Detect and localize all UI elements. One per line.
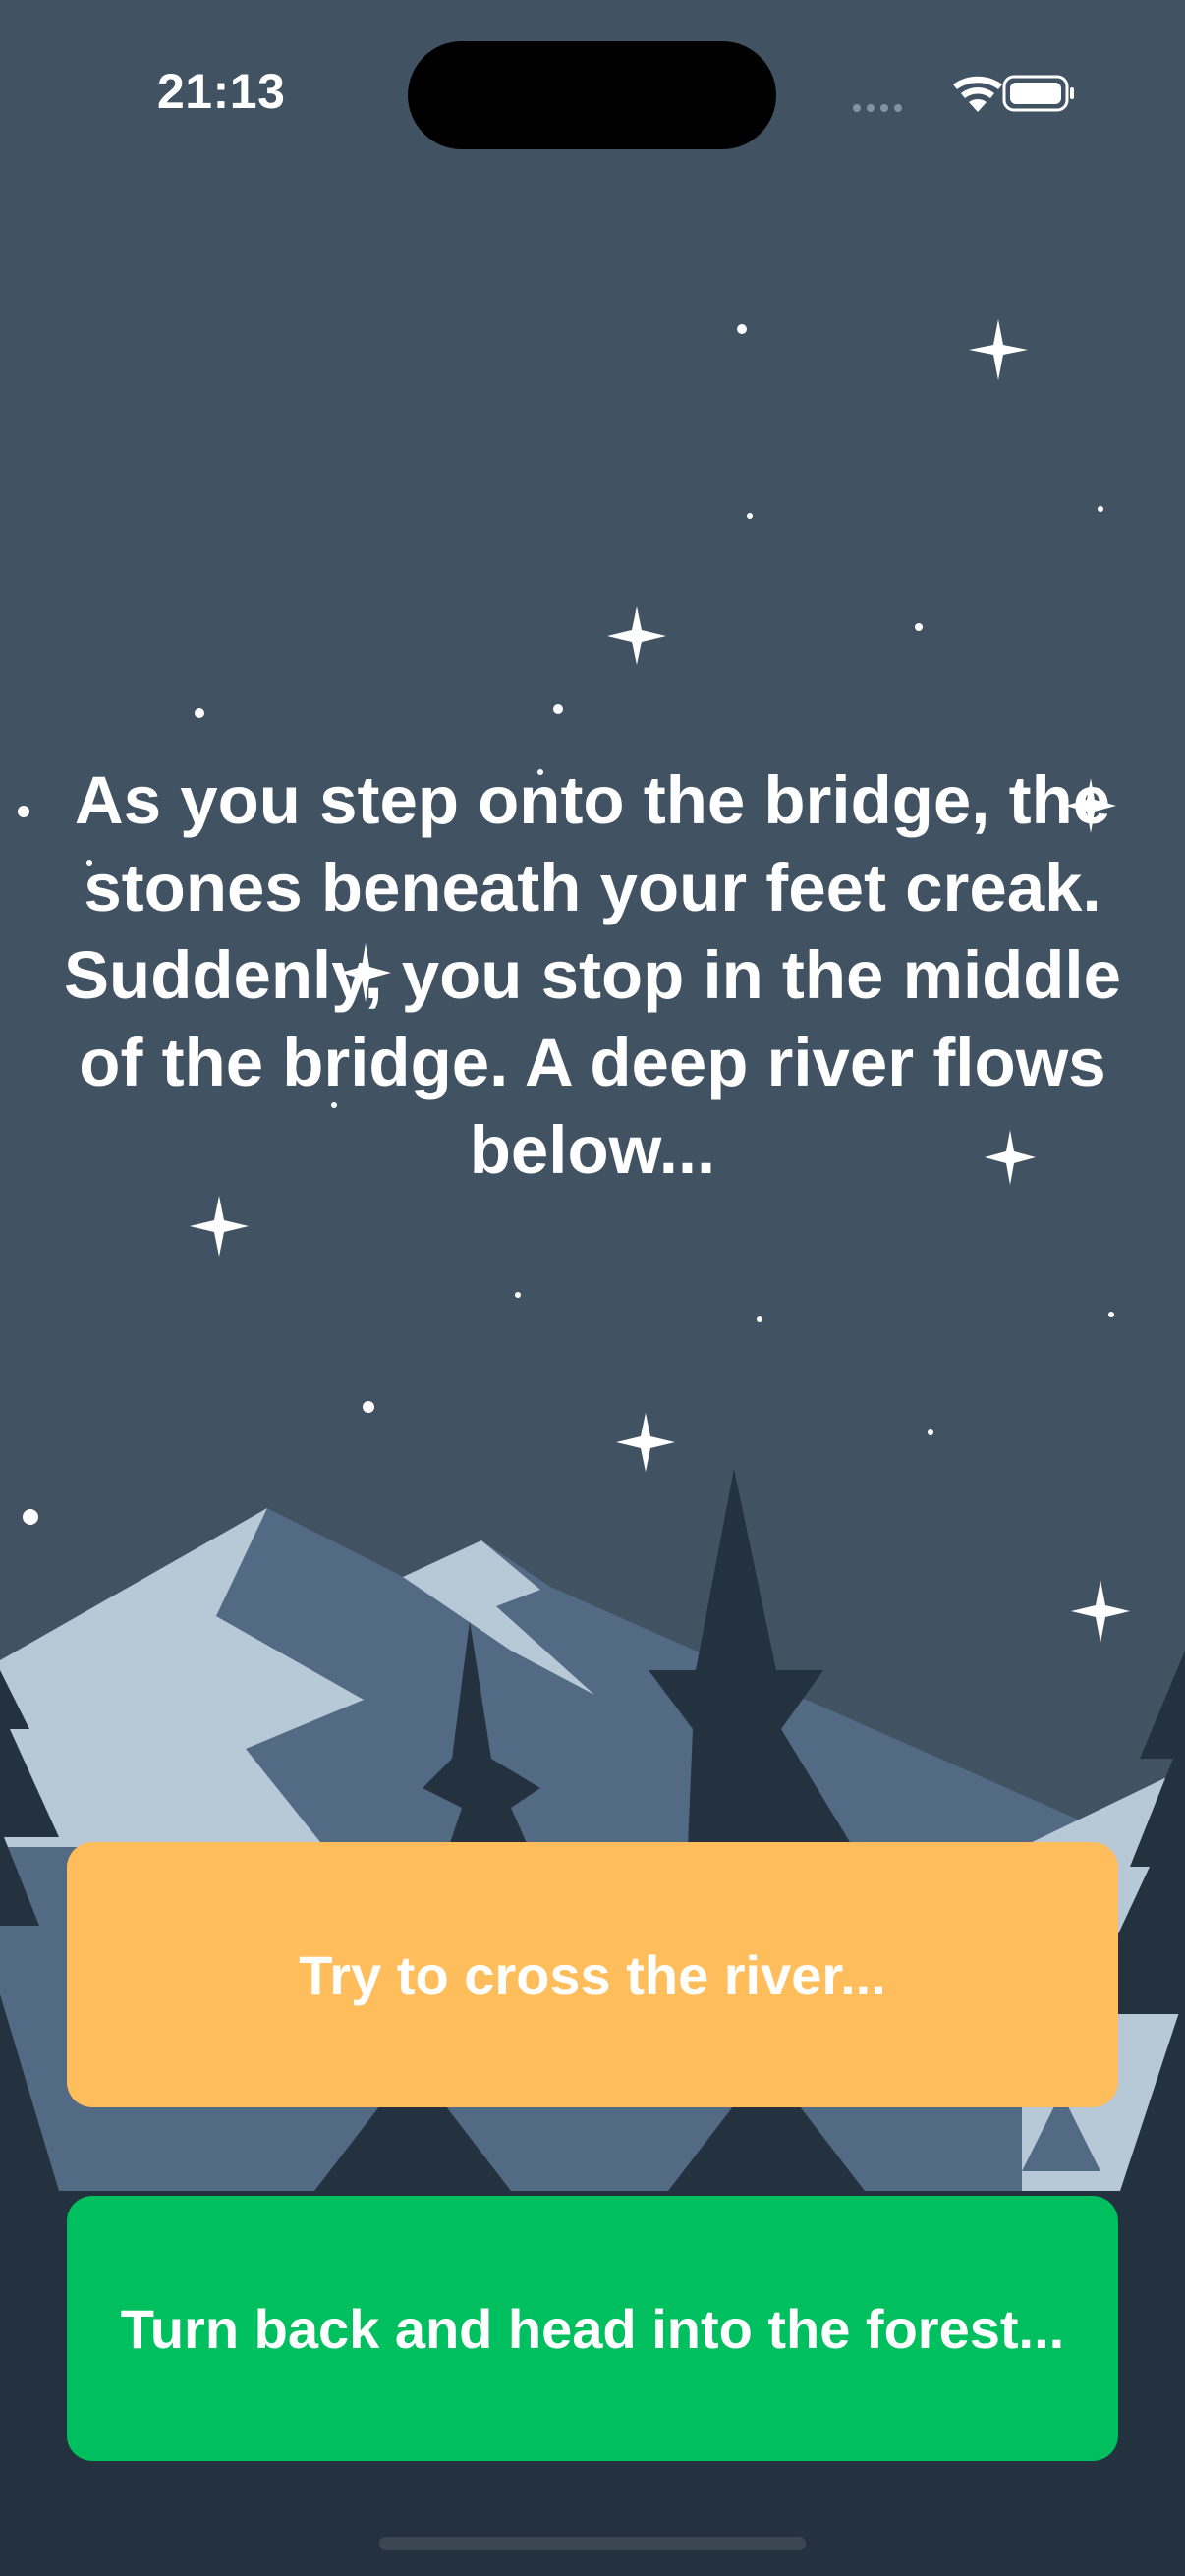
signal-dots-icon [853,104,902,112]
home-indicator[interactable] [379,2537,806,2550]
status-time: 21:13 [157,64,286,119]
choice-turn-back-button[interactable]: Turn back and head into the forest... [67,2196,1118,2461]
battery-icon [1002,75,1074,112]
game-screen: 21:13 As you step onto the bridge, the s… [0,0,1185,2576]
choice-cross-river-button[interactable]: Try to cross the river... [67,1842,1118,2107]
dynamic-island [408,41,776,149]
night-landscape-background [0,0,1185,2576]
status-icons [853,75,1074,112]
wifi-icon [953,76,1002,112]
story-text: As you step onto the bridge, the stones … [64,762,1121,1188]
